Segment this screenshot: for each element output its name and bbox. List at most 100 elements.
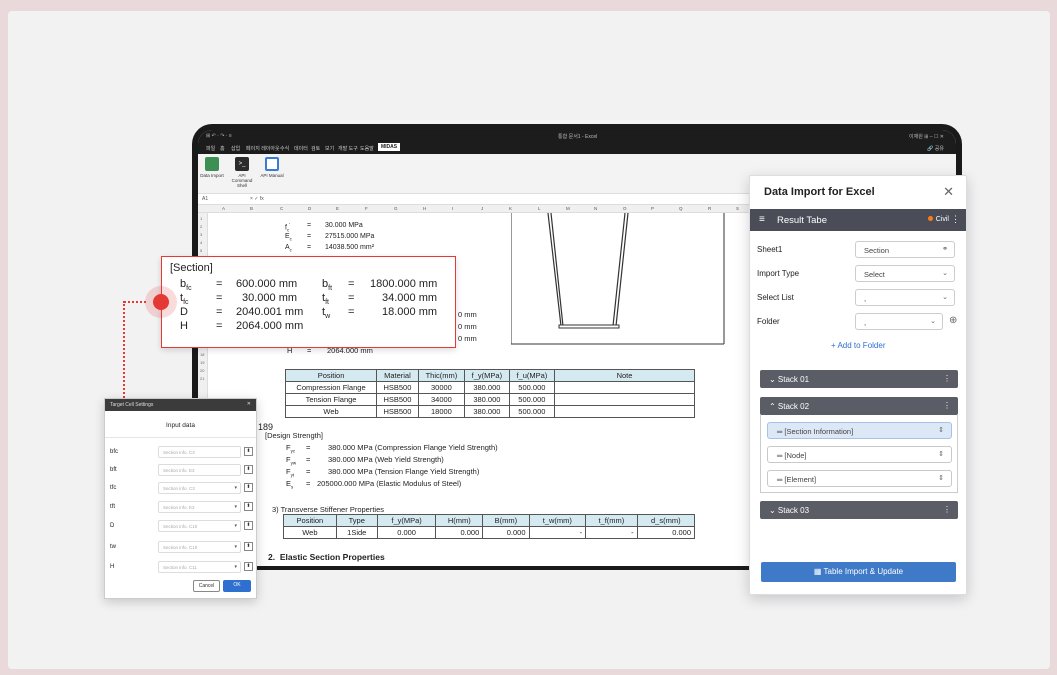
prop-ec: Ec = 27515.000 MPa bbox=[285, 233, 375, 242]
stack-item-element[interactable]: ═ [Element] ⇕ bbox=[767, 470, 952, 487]
dialog-titlebar: Target Cell Settings ✕ bbox=[105, 399, 256, 411]
callout-bfc: bfc = 600.000 mm bbox=[180, 278, 298, 293]
tab-home[interactable]: 홈 bbox=[220, 145, 225, 152]
hotspot-marker bbox=[145, 286, 177, 318]
result-table-bar: ≡ Result Tabe Civil ⋮ bbox=[750, 209, 966, 231]
chevron-down-icon: ▾ bbox=[234, 564, 237, 570]
link-icon: ⚭ bbox=[942, 246, 948, 253]
bft-input[interactable]: Section info. E3 bbox=[158, 464, 241, 476]
reorder-updown-icon[interactable]: ⇕ bbox=[938, 474, 944, 482]
cell-picker-icon[interactable]: ⬍ bbox=[244, 562, 253, 571]
hamburger-menu-icon[interactable]: ≡ bbox=[759, 214, 765, 225]
reorder-updown-icon[interactable]: ⇕ bbox=[938, 450, 944, 458]
leader-line bbox=[123, 301, 125, 398]
ok-button[interactable]: OK bbox=[223, 580, 251, 592]
tab-file[interactable]: 파일 bbox=[206, 145, 215, 152]
chevron-down-icon: ⌄ bbox=[930, 318, 936, 325]
field-sheet: Sheet1 Section ⚭ bbox=[757, 241, 957, 259]
stiffener-title: 3) Transverse Stiffener Properties bbox=[272, 505, 384, 514]
prop-ac: Ac = 14038.500 mm² bbox=[285, 244, 375, 253]
chevron-down-icon: ▾ bbox=[234, 544, 237, 550]
civil-badge: Civil bbox=[928, 216, 949, 223]
tab-insert[interactable]: 삽입 bbox=[231, 145, 240, 152]
d-select[interactable]: Section info. C10 ▾ bbox=[158, 520, 241, 532]
callout-tfc: tfc = 30.000 mm bbox=[180, 292, 298, 307]
manual-book-icon bbox=[265, 157, 279, 171]
callout-tw: tw = 18.000 mm bbox=[322, 306, 438, 321]
callout-tft: tft = 34.000 mm bbox=[322, 292, 438, 307]
stack-item-node[interactable]: ═ [Node] ⇕ bbox=[767, 446, 952, 463]
design-fyw: Fyw = 380.000 MPa (Web Yield Strength) bbox=[286, 455, 444, 466]
chevron-down-icon: ▾ bbox=[234, 504, 237, 510]
select-list-select[interactable]: , ⌄ bbox=[855, 289, 955, 306]
add-folder-icon[interactable]: ⊕ bbox=[949, 315, 957, 326]
dialog-header: Input data bbox=[105, 411, 256, 438]
kebab-menu-icon[interactable]: ⋮ bbox=[943, 401, 951, 410]
excel-titlebar: ⊞ ↶ · ↷ · ≡ 통합 문서1 - Excel 이재원 ⊞ – ☐ ✕ bbox=[198, 130, 956, 142]
design-es: Es = 205000.000 MPa (Elastic Modulus of … bbox=[286, 479, 462, 490]
share-button[interactable]: 🔗 공유 bbox=[927, 145, 944, 152]
stack-item-section-information[interactable]: ═ [Section Information] ⇕ bbox=[767, 422, 952, 439]
leader-line bbox=[124, 301, 146, 303]
tab-developer[interactable]: 개발 도구 bbox=[338, 145, 358, 152]
material-table: Position Material Thic(mm) f_y(MPa) f_u(… bbox=[284, 369, 695, 418]
tab-formulas[interactable]: 수식 bbox=[280, 145, 289, 152]
tft-select[interactable]: Section info. E3 ▾ bbox=[158, 501, 241, 513]
stack-01[interactable]: ⌄ Stack 01 ⋮ bbox=[760, 370, 958, 388]
callout-h: H = 2064.000 mm bbox=[180, 320, 304, 332]
bfc-input[interactable]: Section info. C3 bbox=[158, 446, 241, 458]
table-row: Compression Flange HSB500 30000 380.000 500.… bbox=[284, 381, 695, 394]
window-controls[interactable]: 이재원 ⊞ – ☐ ✕ bbox=[909, 133, 944, 140]
field-tfc: tfc Section info. C3 ▾ ⬍ bbox=[104, 482, 257, 495]
close-icon[interactable]: ✕ bbox=[943, 184, 954, 200]
h-select[interactable]: Section info. C11 ▾ bbox=[158, 561, 241, 573]
cell-picker-icon[interactable]: ⬍ bbox=[244, 447, 253, 456]
cell-picker-icon[interactable]: ⬍ bbox=[244, 542, 253, 551]
tab-view[interactable]: 보기 bbox=[325, 145, 334, 152]
api-manual-button[interactable]: API Manual bbox=[258, 157, 286, 178]
document-title: 통합 문서1 - Excel bbox=[558, 134, 598, 140]
chevron-down-icon: ⌄ bbox=[942, 294, 948, 301]
kebab-menu-icon[interactable]: ⋮ bbox=[951, 214, 960, 225]
data-import-button[interactable]: Data Import bbox=[198, 157, 226, 178]
kebab-menu-icon[interactable]: ⋮ bbox=[943, 505, 951, 514]
folder-select[interactable]: , ⌄ bbox=[855, 313, 943, 330]
name-box[interactable]: A1 bbox=[202, 196, 208, 202]
stiffener-table: Position Type f_y(MPa) H(mm) B(mm) t_w(mm) t_f… bbox=[283, 514, 696, 539]
tab-review[interactable]: 검토 bbox=[311, 145, 320, 152]
formula-symbols[interactable]: × ✓ fx bbox=[250, 196, 264, 202]
sheet-input[interactable]: Section ⚭ bbox=[855, 241, 955, 258]
tab-page-layout[interactable]: 페이지 레이아웃 bbox=[246, 145, 280, 152]
close-icon[interactable]: ✕ bbox=[247, 401, 251, 407]
add-to-folder-link[interactable]: + Add to Folder bbox=[831, 341, 885, 350]
tfc-select[interactable]: Section info. C3 ▾ bbox=[158, 482, 241, 494]
tab-data[interactable]: 데이터 bbox=[294, 145, 308, 152]
cell-picker-icon[interactable]: ⬍ bbox=[244, 521, 253, 530]
cell-picker-icon[interactable]: ⬍ bbox=[244, 502, 253, 511]
stack-02[interactable]: ⌃ Stack 02 ⋮ bbox=[760, 397, 958, 415]
chevron-down-icon: ⌄ bbox=[942, 270, 948, 277]
table-row: Web 1Side 0.000 0.000 0.000- -0.000 bbox=[283, 526, 696, 539]
stack-03[interactable]: ⌄ Stack 03 ⋮ bbox=[760, 501, 958, 519]
quick-access-toolbar[interactable]: ⊞ ↶ · ↷ · ≡ bbox=[206, 133, 232, 139]
tw-select[interactable]: Section info. C10 ▾ bbox=[158, 541, 241, 553]
partial-mm-2: 0 mm bbox=[458, 322, 477, 331]
cell-picker-icon[interactable]: ⬍ bbox=[244, 465, 253, 474]
col-fu: f_u(MPa) bbox=[508, 369, 556, 382]
field-bft: bft Section info. E3 ⬍ bbox=[104, 464, 257, 477]
import-type-select[interactable]: Select ⌄ bbox=[855, 265, 955, 282]
api-command-shell-button[interactable]: >_ API Command Shell bbox=[228, 157, 256, 188]
panel-title: Data Import for Excel bbox=[764, 186, 875, 198]
cell-picker-icon[interactable]: ⬍ bbox=[244, 483, 253, 492]
table-import-update-button[interactable]: ▦ Table Import & Update bbox=[761, 562, 956, 582]
chevron-down-icon: ▾ bbox=[234, 485, 237, 491]
kebab-menu-icon[interactable]: ⋮ bbox=[943, 374, 951, 383]
tab-midas[interactable]: MIDAS bbox=[378, 143, 401, 151]
field-h: H Section info. C11 ▾ ⬍ bbox=[104, 561, 257, 574]
reorder-updown-icon[interactable]: ⇕ bbox=[938, 426, 944, 434]
col-fy: f_y(MPa) bbox=[464, 369, 510, 382]
tab-help[interactable]: 도움말 bbox=[360, 145, 374, 152]
callout-title: [Section] bbox=[170, 262, 213, 274]
field-bfc: bfc Section info. C3 ⬍ bbox=[104, 446, 257, 459]
cancel-button[interactable]: Cancel bbox=[193, 580, 220, 592]
